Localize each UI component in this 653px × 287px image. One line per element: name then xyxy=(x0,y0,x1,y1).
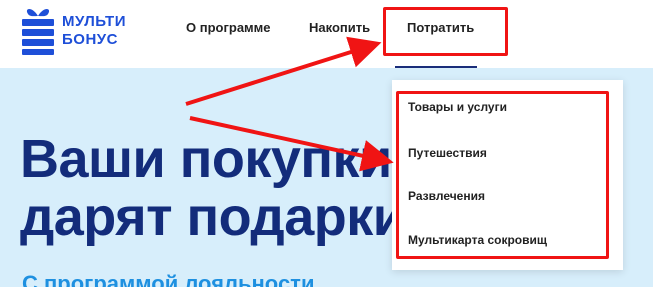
hero-title-line-2: дарят подарки xyxy=(20,187,406,247)
logo-text: МУЛЬТИ БОНУС xyxy=(62,13,126,49)
hero-title-line-1: Ваши покупки xyxy=(20,129,392,189)
nav-item-save[interactable]: Накопить xyxy=(309,20,370,35)
logo-line-1: МУЛЬТИ xyxy=(62,13,126,30)
spend-dropdown-menu: Товары и услуги Путешествия Развлечения … xyxy=(392,80,623,270)
menu-item-travel[interactable]: Путешествия xyxy=(408,146,487,160)
hero-subtitle: С программой лояльности xyxy=(22,271,315,287)
menu-item-treasure-card[interactable]: Мультикарта сокровищ xyxy=(408,233,547,247)
nav-item-spend[interactable]: Потратить xyxy=(407,20,474,35)
menu-item-entertainment[interactable]: Развлечения xyxy=(408,189,485,203)
site-header: МУЛЬТИ БОНУС О программе Накопить Потрат… xyxy=(0,0,653,68)
nav-item-about[interactable]: О программе xyxy=(186,20,271,35)
menu-item-goods-services[interactable]: Товары и услуги xyxy=(408,100,507,114)
hero-title: Ваши покупки дарят подарки xyxy=(20,129,406,247)
logo[interactable]: МУЛЬТИ БОНУС xyxy=(20,4,180,60)
logo-line-2: БОНУС xyxy=(62,31,118,48)
gift-icon xyxy=(22,9,54,55)
